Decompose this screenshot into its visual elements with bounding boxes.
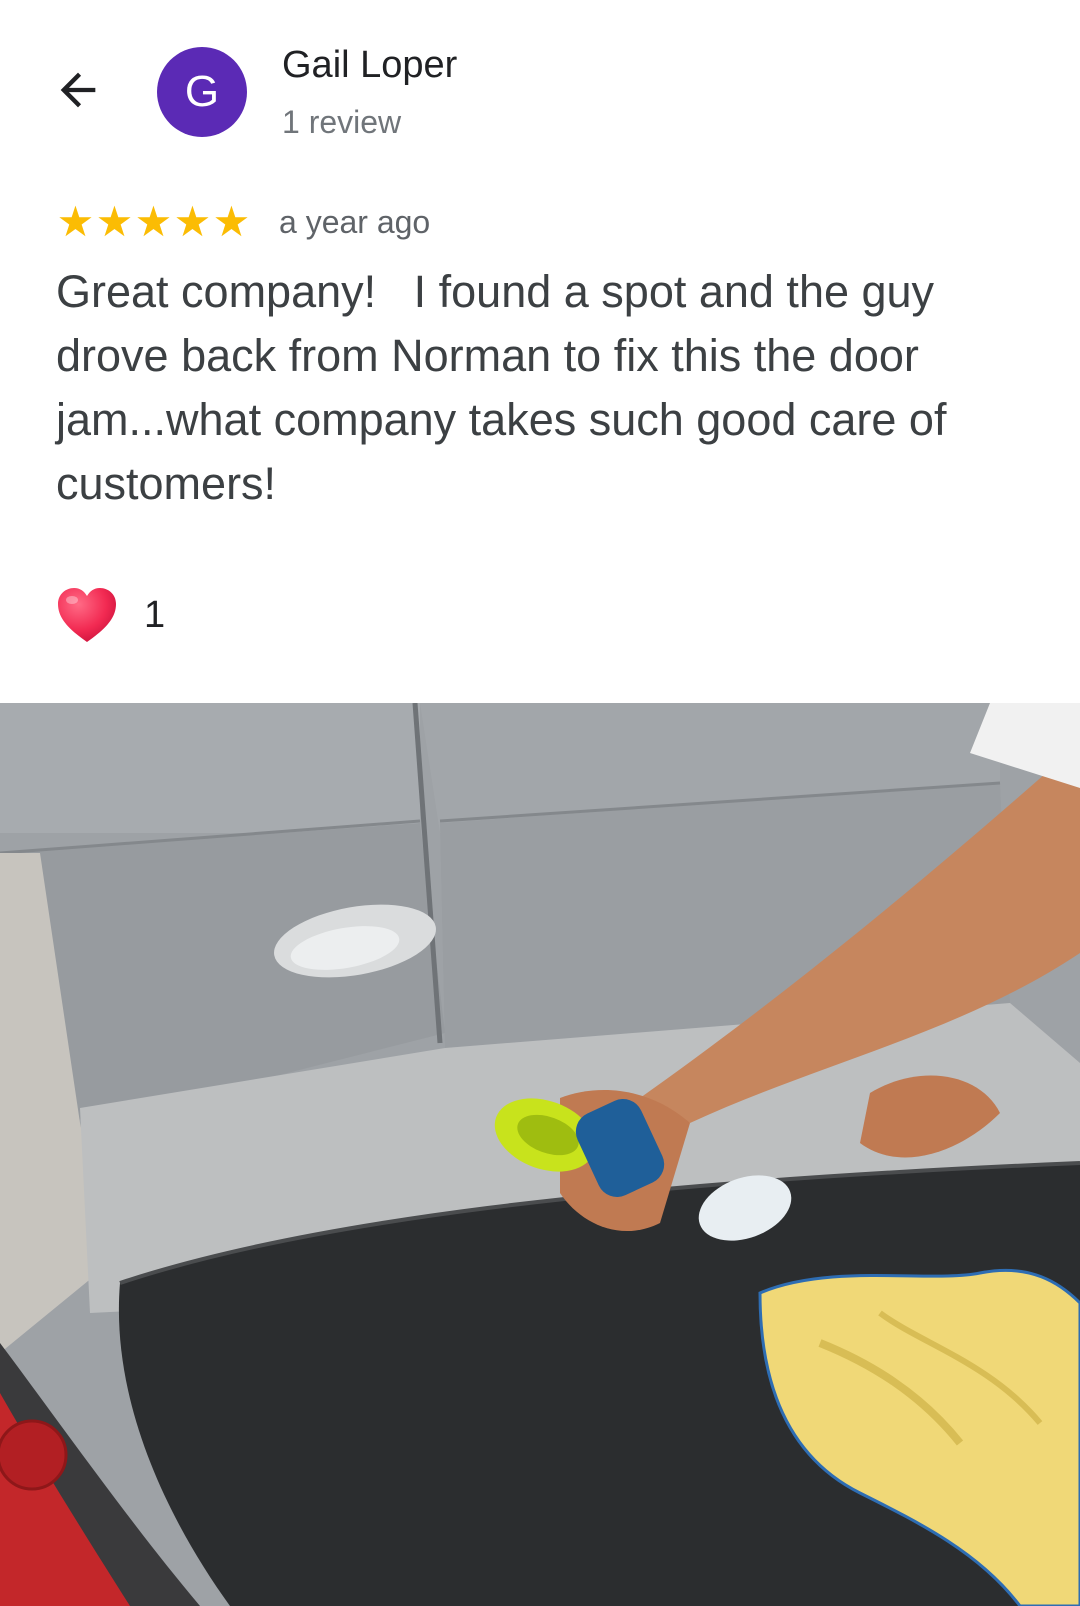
heart-icon	[58, 588, 116, 642]
star-icon: ★	[212, 198, 251, 245]
star-icon: ★	[134, 198, 173, 245]
like-button[interactable]: 1	[56, 580, 165, 650]
arrow-back-icon	[60, 72, 96, 108]
back-button[interactable]	[46, 58, 110, 122]
avatar[interactable]: G	[157, 47, 247, 137]
star-icon: ★	[56, 198, 95, 245]
like-count: 1	[144, 593, 166, 636]
review-header: G Gail Loper 1 review	[0, 0, 1080, 180]
review-photo[interactable]	[0, 703, 1080, 1606]
rating-row: ★ ★ ★ ★ ★ a year ago	[56, 198, 431, 246]
author-name[interactable]: Gail Loper	[282, 44, 457, 87]
review-sheet: G Gail Loper 1 review ★ ★ ★ ★ ★ a year a…	[0, 0, 1080, 1606]
star-icon: ★	[95, 198, 134, 245]
star-icon: ★	[173, 198, 212, 245]
review-text: Great company! I found a spot and the gu…	[56, 266, 959, 509]
photo-illustration	[0, 703, 1080, 1606]
avatar-initial: G	[184, 67, 220, 116]
review-count: 1 review	[282, 104, 402, 140]
star-rating: ★ ★ ★ ★ ★	[56, 201, 251, 243]
review-timestamp: a year ago	[279, 203, 431, 240]
